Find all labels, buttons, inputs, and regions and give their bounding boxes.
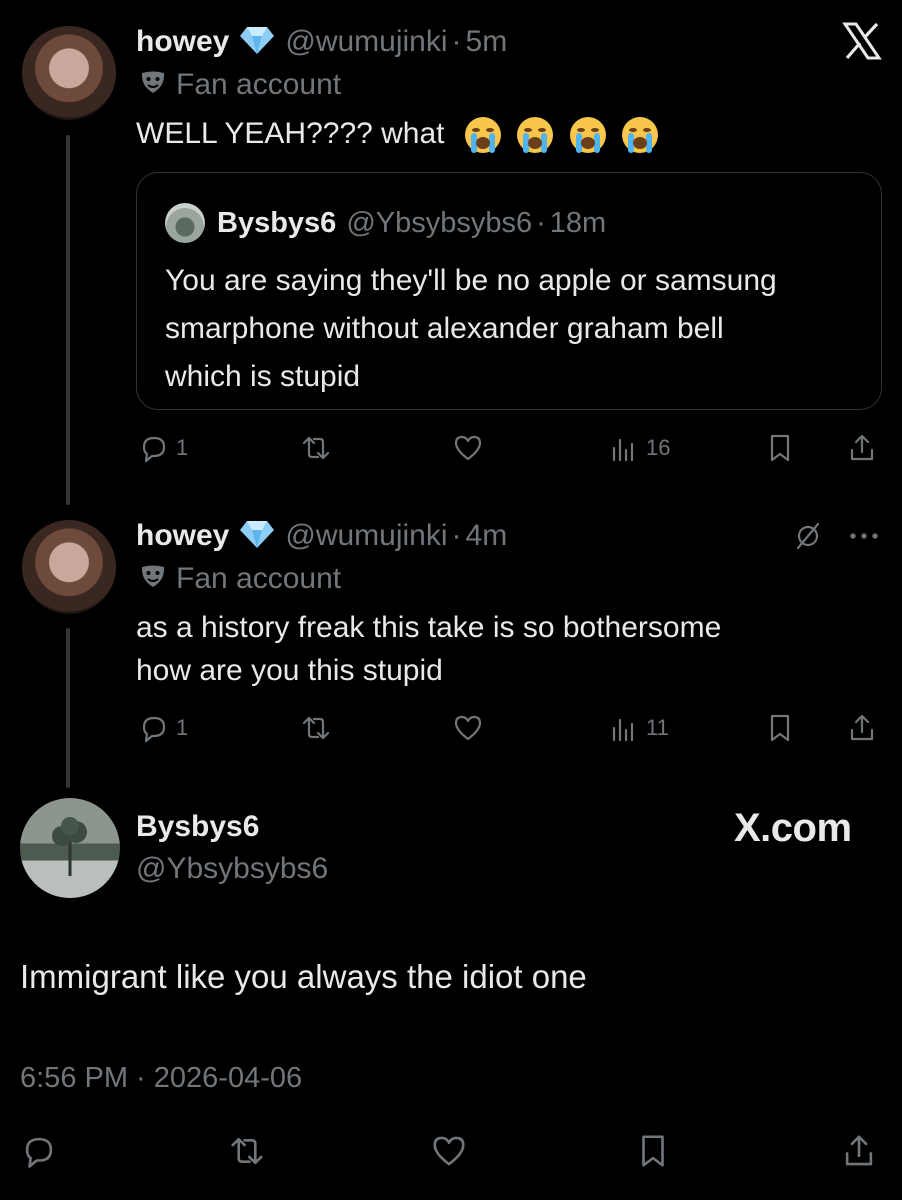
crying-emoji-icon <box>568 115 608 155</box>
mute-slash-icon[interactable] <box>792 520 824 552</box>
main-tweet-text: Immigrant like you always the idiot one <box>20 958 587 995</box>
like-button[interactable] <box>452 712 484 744</box>
reply-icon <box>142 716 166 743</box>
quote-display-name: Bysbys6 <box>217 206 337 239</box>
reply-count: 1 <box>176 435 189 460</box>
reply-button[interactable] <box>20 1132 58 1170</box>
bookmark-icon <box>642 1135 664 1167</box>
quote-text-line: You are saying they'll be no apple or sa… <box>165 264 777 297</box>
crying-emoji-icon <box>620 115 660 155</box>
views-count: 16 <box>646 435 671 460</box>
views-icon <box>612 718 634 742</box>
handle[interactable]: @wumujinki <box>285 25 447 59</box>
tweet1-text: WELL YEAH???? what <box>136 112 660 155</box>
fan-mask-icon <box>140 562 166 596</box>
fan-account-text: Fan account <box>176 562 342 595</box>
fan-account-label: Fan account <box>140 562 341 596</box>
tweet-text: WELL YEAH???? what <box>136 117 445 150</box>
fan-account-text: Fan account <box>176 68 342 101</box>
main-timestamp[interactable]: 6:56 PM · 2026-04-06 <box>20 1062 302 1095</box>
quoted-tweet[interactable]: Bysbys6 @Ybsybsybs6 · 18m You are saying… <box>136 172 882 410</box>
bookmark-icon <box>770 714 790 742</box>
main-display-name[interactable]: Bysbys6 <box>136 810 259 844</box>
tree-icon <box>52 817 87 876</box>
tweet2-actions: 1 11 <box>0 710 902 750</box>
reply-button[interactable]: 1 <box>138 432 188 464</box>
bookmark-button[interactable] <box>764 432 796 464</box>
retweet-button[interactable] <box>300 432 332 464</box>
tweet1-actions: 1 16 <box>0 430 902 470</box>
bookmark-button[interactable] <box>764 712 796 744</box>
retweet-button[interactable] <box>228 1132 266 1170</box>
retweet-icon <box>302 436 330 460</box>
like-button[interactable] <box>430 1132 468 1170</box>
quote-text: You are saying they'll be no apple or sa… <box>165 257 777 401</box>
views-icon <box>612 438 634 462</box>
verified-diamond-icon <box>239 25 275 60</box>
share-button[interactable] <box>846 712 878 744</box>
share-icon <box>845 1135 873 1166</box>
reply-icon <box>25 1137 53 1168</box>
quote-timestamp: 18m <box>549 206 607 239</box>
tweet-text-line: as a history freak this take is so bothe… <box>136 611 722 644</box>
quote-avatar <box>165 203 205 243</box>
share-button[interactable] <box>840 1132 878 1170</box>
like-icon <box>433 1136 465 1166</box>
timestamp[interactable]: 4m <box>466 519 508 553</box>
tweet2-header: howey @wumujinki · 4m <box>136 516 507 556</box>
display-name[interactable]: howey <box>136 519 229 553</box>
share-button[interactable] <box>846 432 878 464</box>
timestamp[interactable]: 5m <box>466 25 508 59</box>
bookmark-icon <box>770 434 790 462</box>
quote-handle: @Ybsybsybs6 <box>346 206 533 239</box>
dot-separator: · <box>451 519 462 552</box>
display-name[interactable]: howey <box>136 25 229 59</box>
brand-watermark: X.com <box>734 806 852 850</box>
like-icon <box>454 715 482 741</box>
main-handle[interactable]: @Ybsybsybs6 <box>136 852 328 886</box>
fan-mask-icon <box>140 68 166 102</box>
avatar[interactable] <box>20 798 120 898</box>
retweet-button[interactable] <box>300 712 332 744</box>
crying-emoji-icon <box>515 115 555 155</box>
views-button[interactable]: 16 <box>608 432 670 464</box>
fan-account-label: Fan account <box>140 68 341 102</box>
dot-separator: · <box>451 25 462 58</box>
dot-separator: · <box>536 206 546 239</box>
avatar[interactable] <box>22 26 116 120</box>
main-actions <box>0 1130 902 1174</box>
avatar[interactable] <box>22 520 116 614</box>
bookmark-button[interactable] <box>634 1132 672 1170</box>
share-icon <box>850 434 874 461</box>
tweet1-header: howey @wumujinki · 5m <box>136 22 507 62</box>
handle[interactable]: @wumujinki <box>285 519 447 553</box>
thread-line-2 <box>66 628 70 788</box>
like-button[interactable] <box>452 432 484 464</box>
quote-text-line: smarphone without alexander graham bell <box>165 312 724 345</box>
tweet2-text: as a history freak this take is so bothe… <box>136 606 721 692</box>
retweet-icon <box>231 1137 263 1165</box>
more-icon[interactable] <box>846 526 882 546</box>
like-icon <box>454 435 482 461</box>
quote-header: Bysbys6 @Ybsybsybs6 · 18m <box>217 203 606 243</box>
views-button[interactable]: 11 <box>608 712 669 744</box>
reply-button[interactable]: 1 <box>138 712 188 744</box>
share-icon <box>850 714 874 741</box>
views-count: 11 <box>646 715 669 740</box>
reply-icon <box>142 436 166 463</box>
quote-text-line: which is stupid <box>165 360 361 393</box>
verified-diamond-icon <box>239 519 275 554</box>
tweet-text-line: how are you this stupid <box>136 654 443 687</box>
reply-count: 1 <box>176 715 189 740</box>
retweet-icon <box>302 716 330 740</box>
x-logo-icon[interactable] <box>842 22 882 60</box>
crying-emoji-icon <box>463 115 503 155</box>
